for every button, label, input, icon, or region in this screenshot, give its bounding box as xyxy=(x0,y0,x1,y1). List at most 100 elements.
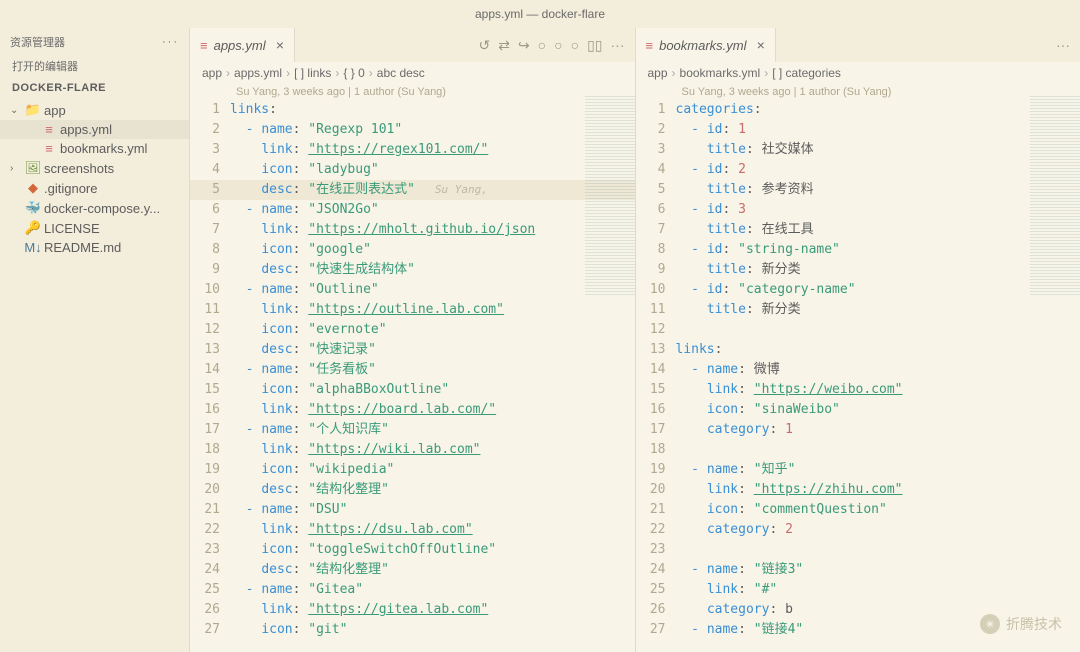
code-line[interactable]: 18 link: "https://wiki.lab.com" xyxy=(190,440,635,460)
code-line[interactable]: 21 icon: "commentQuestion" xyxy=(636,500,1080,520)
line-number: 22 xyxy=(636,520,676,540)
code-line[interactable]: 16 link: "https://board.lab.com/" xyxy=(190,400,635,420)
code-line[interactable]: 4 - id: 2 xyxy=(636,160,1080,180)
code-line[interactable]: 17 category: 1 xyxy=(636,420,1080,440)
code-line[interactable]: 2 - id: 1 xyxy=(636,120,1080,140)
code-line[interactable]: 22 category: 2 xyxy=(636,520,1080,540)
circle-icon[interactable]: ○ xyxy=(554,37,562,54)
code-line[interactable]: 3 title: 社交媒体 xyxy=(636,140,1080,160)
code-line[interactable]: 17 - name: "个人知识库" xyxy=(190,420,635,440)
code-line[interactable]: 2 - name: "Regexp 101" xyxy=(190,120,635,140)
line-number: 10 xyxy=(636,280,676,300)
code-line[interactable]: 12 xyxy=(636,320,1080,340)
code-editor-right[interactable]: 1categories:2 - id: 13 title: 社交媒体4 - id… xyxy=(636,100,1080,652)
code-line[interactable]: 6 - name: "JSON2Go" xyxy=(190,200,635,220)
code-line[interactable]: 7 title: 在线工具 xyxy=(636,220,1080,240)
tab-apps-yml[interactable]: ≡ apps.yml × xyxy=(190,28,295,62)
line-number: 19 xyxy=(190,460,230,480)
line-number: 11 xyxy=(636,300,676,320)
code-line[interactable]: 15 link: "https://weibo.com" xyxy=(636,380,1080,400)
code-line[interactable]: 11 title: 新分类 xyxy=(636,300,1080,320)
line-number: 22 xyxy=(190,520,230,540)
close-icon[interactable]: × xyxy=(757,37,765,53)
code-line[interactable]: 23 xyxy=(636,540,1080,560)
tree-item-LICENSE[interactable]: 🔑LICENSE xyxy=(0,218,189,238)
breadcrumb-segment[interactable]: app xyxy=(648,66,668,80)
code-line[interactable]: 19 - name: "知乎" xyxy=(636,460,1080,480)
code-line[interactable]: 22 link: "https://dsu.lab.com" xyxy=(190,520,635,540)
code-line[interactable]: 8 - id: "string-name" xyxy=(636,240,1080,260)
arrow-icon[interactable]: ↪ xyxy=(518,37,530,54)
line-content: - name: "JSON2Go" xyxy=(230,200,379,220)
line-number: 5 xyxy=(636,180,676,200)
code-line[interactable]: 19 icon: "wikipedia" xyxy=(190,460,635,480)
tree-item-docker-compose-y-[interactable]: 🐳docker-compose.y... xyxy=(0,198,189,218)
code-line[interactable]: 6 - id: 3 xyxy=(636,200,1080,220)
circle-icon[interactable]: ○ xyxy=(538,37,546,54)
code-line[interactable]: 24 - name: "链接3" xyxy=(636,560,1080,580)
code-line[interactable]: 23 icon: "toggleSwitchOffOutline" xyxy=(190,540,635,560)
breadcrumb-segment[interactable]: app xyxy=(202,66,222,80)
breadcrumb-segment[interactable]: [ ] categories xyxy=(772,66,841,80)
tree-item-apps-yml[interactable]: ≡apps.yml xyxy=(0,120,189,139)
code-line[interactable]: 10 - id: "category-name" xyxy=(636,280,1080,300)
code-editor-left[interactable]: 1links:2 - name: "Regexp 101"3 link: "ht… xyxy=(190,100,635,652)
code-line[interactable]: 20 link: "https://zhihu.com" xyxy=(636,480,1080,500)
tree-item-bookmarks-yml[interactable]: ≡bookmarks.yml xyxy=(0,139,189,158)
explorer-more-icon[interactable]: ··· xyxy=(162,36,179,48)
breadcrumb-segment[interactable]: { } 0 xyxy=(343,66,364,80)
code-line[interactable]: 12 icon: "evernote" xyxy=(190,320,635,340)
line-number: 14 xyxy=(190,360,230,380)
tree-item-app[interactable]: ⌄📁app xyxy=(0,100,189,120)
line-content: - name: "Outline" xyxy=(230,280,379,300)
code-line[interactable]: 24 desc: "结构化整理" xyxy=(190,560,635,580)
code-line[interactable]: 3 link: "https://regex101.com/" xyxy=(190,140,635,160)
line-content: icon: "sinaWeibo" xyxy=(676,400,840,420)
breadcrumb-segment[interactable]: [ ] links xyxy=(294,66,331,80)
more-icon[interactable]: ··· xyxy=(1056,37,1070,53)
compare-icon[interactable]: ⇄ xyxy=(498,37,510,54)
code-line[interactable]: 1links: xyxy=(190,100,635,120)
history-icon[interactable]: ↺ xyxy=(478,37,490,54)
tree-item-README-md[interactable]: M↓README.md xyxy=(0,238,189,257)
close-icon[interactable]: × xyxy=(276,37,284,53)
breadcrumb-left[interactable]: app›apps.yml›[ ] links›{ } 0›abc desc xyxy=(190,62,635,84)
code-line[interactable]: 25 - name: "Gitea" xyxy=(190,580,635,600)
breadcrumb-segment[interactable]: apps.yml xyxy=(234,66,282,80)
code-line[interactable]: 9 title: 新分类 xyxy=(636,260,1080,280)
code-line[interactable]: 1categories: xyxy=(636,100,1080,120)
code-line[interactable]: 20 desc: "结构化整理" xyxy=(190,480,635,500)
breadcrumb-segment[interactable]: bookmarks.yml xyxy=(680,66,761,80)
open-editors-label[interactable]: 打开的编辑器 xyxy=(0,56,189,78)
code-line[interactable]: 26 link: "https://gitea.lab.com" xyxy=(190,600,635,620)
code-line[interactable]: 15 icon: "alphaBBoxOutline" xyxy=(190,380,635,400)
code-line[interactable]: 18 xyxy=(636,440,1080,460)
code-line[interactable]: 10 - name: "Outline" xyxy=(190,280,635,300)
code-line[interactable]: 14 - name: 微博 xyxy=(636,360,1080,380)
breadcrumb-segment[interactable]: abc desc xyxy=(377,66,425,80)
breadcrumb-right[interactable]: app›bookmarks.yml›[ ] categories xyxy=(636,62,1080,84)
code-line[interactable]: 13 desc: "快速记录" xyxy=(190,340,635,360)
code-line[interactable]: 8 icon: "google" xyxy=(190,240,635,260)
code-line[interactable]: 25 link: "#" xyxy=(636,580,1080,600)
project-name[interactable]: DOCKER-FLARE xyxy=(0,78,189,98)
code-line[interactable]: 5 desc: "在线正则表达式"Su Yang, xyxy=(190,180,635,200)
code-line[interactable]: 11 link: "https://outline.lab.com" xyxy=(190,300,635,320)
code-line[interactable]: 14 - name: "任务看板" xyxy=(190,360,635,380)
code-line[interactable]: 13links: xyxy=(636,340,1080,360)
line-content: link: "https://mholt.github.io/json xyxy=(230,220,535,240)
code-line[interactable]: 21 - name: "DSU" xyxy=(190,500,635,520)
code-line[interactable]: 5 title: 参考资料 xyxy=(636,180,1080,200)
tree-item-screenshots[interactable]: ›🖼screenshots xyxy=(0,158,189,178)
code-line[interactable]: 4 icon: "ladybug" xyxy=(190,160,635,180)
sidebar: 资源管理器 ··· 打开的编辑器 DOCKER-FLARE ⌄📁app≡apps… xyxy=(0,28,190,652)
split-icon[interactable]: ▯▯ xyxy=(587,37,602,54)
tree-item--gitignore[interactable]: ◆.gitignore xyxy=(0,178,189,198)
tab-bookmarks-yml[interactable]: ≡ bookmarks.yml × xyxy=(636,28,776,62)
circle-icon[interactable]: ○ xyxy=(571,37,579,54)
code-line[interactable]: 16 icon: "sinaWeibo" xyxy=(636,400,1080,420)
code-line[interactable]: 7 link: "https://mholt.github.io/json xyxy=(190,220,635,240)
code-line[interactable]: 9 desc: "快速生成结构体" xyxy=(190,260,635,280)
more-icon[interactable]: ··· xyxy=(611,37,625,54)
code-line[interactable]: 27 icon: "git" xyxy=(190,620,635,640)
